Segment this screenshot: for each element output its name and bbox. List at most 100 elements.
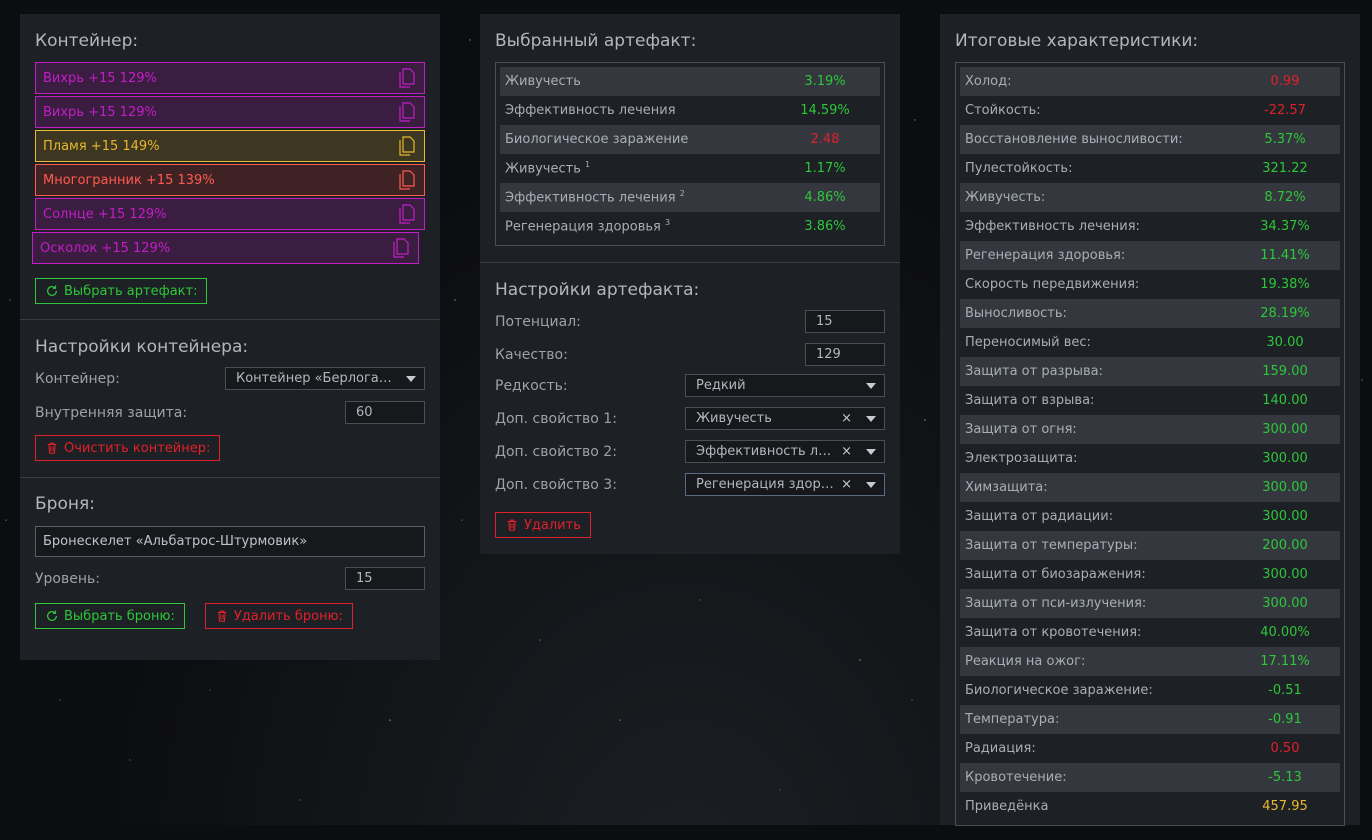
stat-name-text: Переносимый вес: bbox=[965, 335, 1091, 350]
copy-icon[interactable] bbox=[398, 136, 416, 156]
artifact-slot-label: Солнце +15 129% bbox=[43, 206, 167, 222]
stat-name: Защита от температуры: bbox=[965, 538, 1230, 553]
artifact-slot[interactable]: Осколок +15 129% bbox=[32, 232, 419, 264]
artifact-slot[interactable]: Солнце +15 129% bbox=[35, 198, 425, 230]
delete-armor-button[interactable]: Удалить броню: bbox=[204, 603, 353, 629]
copy-icon[interactable] bbox=[398, 102, 416, 122]
stat-name: Холод: bbox=[965, 74, 1230, 89]
stat-row: Защита от пси-излучения: 300.00 bbox=[960, 589, 1340, 618]
selected-artifact-panel: Выбранный артефакт: Живучесть 3.19% Эффект… bbox=[480, 14, 900, 554]
stat-value: 140.00 bbox=[1262, 393, 1308, 408]
stat-value: 159.00 bbox=[1262, 364, 1308, 379]
stat-value: 0.50 bbox=[1270, 741, 1300, 756]
artifact-slot[interactable]: Многогранник +15 139% bbox=[35, 164, 425, 196]
quality-input[interactable]: 129 bbox=[805, 343, 885, 366]
clear-container-label: Очистить контейнер: bbox=[64, 440, 211, 456]
stat-footnote: 3 bbox=[664, 218, 671, 228]
select-armor-button[interactable]: Выбрать броню: bbox=[35, 603, 185, 629]
copy-icon[interactable] bbox=[392, 238, 410, 258]
stat-name-text: Эффективность лечения bbox=[505, 103, 676, 118]
stat-row: Защита от взрыва: 140.00 bbox=[960, 386, 1340, 415]
stat-value: -0.51 bbox=[1268, 683, 1302, 698]
stat-name: Живучесть: bbox=[965, 190, 1230, 205]
clear-container-button[interactable]: Очистить контейнер: bbox=[35, 435, 221, 461]
stat-value: -22.57 bbox=[1264, 103, 1306, 118]
stat-name-text: Защита от температуры: bbox=[965, 538, 1138, 553]
extra3-select[interactable]: Регенерация здоровья × bbox=[685, 473, 885, 496]
stat-value: 300.00 bbox=[1262, 509, 1308, 524]
extra2-select[interactable]: Эффективность лечения × bbox=[685, 440, 885, 463]
stat-value: 4.86% bbox=[804, 190, 846, 205]
stat-value: 8.72% bbox=[1264, 190, 1306, 205]
stat-row: Холод: 0.99 bbox=[960, 67, 1340, 96]
stat-name: Защита от биозаражения: bbox=[965, 567, 1230, 582]
stat-value: 40.00% bbox=[1260, 625, 1310, 640]
inner-protection-label: Внутренняя защита: bbox=[35, 404, 188, 421]
stat-name-text: Стойкость: bbox=[965, 103, 1041, 118]
artifact-slot[interactable]: Пламя +15 149% bbox=[35, 130, 425, 162]
extra1-select[interactable]: Живучесть × bbox=[685, 407, 885, 430]
stat-row: Защита от радиации: 300.00 bbox=[960, 502, 1340, 531]
stat-name-text: Эффективность лечения: bbox=[965, 219, 1140, 234]
copy-icon[interactable] bbox=[398, 170, 416, 190]
copy-icon[interactable] bbox=[398, 204, 416, 224]
stat-footnote: 1 bbox=[585, 160, 591, 170]
level-label: Уровень: bbox=[35, 570, 100, 587]
quality-row: Качество: 129 bbox=[495, 343, 885, 366]
stat-row: Пулестойкость: 321.22 bbox=[960, 154, 1340, 183]
delete-artifact-button[interactable]: Удалить bbox=[495, 512, 591, 538]
rarity-select[interactable]: Редкий bbox=[685, 374, 885, 397]
stat-name: Защита от кровотечения: bbox=[965, 625, 1230, 640]
stat-name: Эффективность лечения bbox=[505, 103, 770, 118]
clear-icon[interactable]: × bbox=[841, 477, 852, 492]
select-artifact-button[interactable]: Выбрать артефакт: bbox=[35, 278, 208, 304]
stat-row: Кровотечение: -5.13 bbox=[960, 763, 1340, 792]
armor-section: Броня: Бронескелет «Альбатрос-Штурмовик»… bbox=[20, 478, 440, 643]
stat-name-text: Живучесть bbox=[505, 161, 581, 177]
stat-row: Стойкость: -22.57 bbox=[960, 96, 1340, 125]
copy-icon[interactable] bbox=[398, 68, 416, 88]
clear-icon[interactable]: × bbox=[841, 444, 852, 459]
artifact-slot-label: Многогранник +15 139% bbox=[43, 172, 215, 188]
armor-title: Броня: bbox=[35, 494, 95, 514]
container-select[interactable]: Контейнер «Берлога-6» bbox=[225, 367, 425, 390]
stat-name-text: Живучесть: bbox=[965, 190, 1046, 205]
potential-label: Потенциал: bbox=[495, 313, 581, 330]
stat-name-text: Приведёнка bbox=[965, 799, 1049, 814]
stat-value: 2.48 bbox=[810, 132, 840, 147]
artifact-slot[interactable]: Вихрь +15 129% bbox=[35, 62, 425, 94]
stat-value: 300.00 bbox=[1262, 451, 1308, 466]
refresh-icon bbox=[47, 610, 57, 621]
stat-value: -5.13 bbox=[1268, 770, 1302, 785]
stat-name-text: Защита от радиации: bbox=[965, 509, 1114, 524]
stat-name: Температура: bbox=[965, 712, 1230, 727]
extra3-row: Доп. свойство 3: Регенерация здоровья × bbox=[495, 473, 885, 496]
container-row: Контейнер: Контейнер «Берлога-6» bbox=[35, 367, 425, 390]
stat-name-text: Кровотечение: bbox=[965, 770, 1067, 785]
stat-name: Защита от огня: bbox=[965, 422, 1230, 437]
artifact-slot[interactable]: Вихрь +15 129% bbox=[35, 96, 425, 128]
quality-label: Качество: bbox=[495, 346, 568, 363]
chevron-down-icon bbox=[866, 416, 876, 422]
level-input[interactable]: 15 bbox=[345, 567, 425, 590]
stat-name-text: Защита от взрыва: bbox=[965, 393, 1095, 408]
stat-name-text: Эффективность лечения bbox=[505, 190, 676, 206]
potential-input[interactable]: 15 bbox=[805, 310, 885, 333]
stat-name-text: Выносливость: bbox=[965, 306, 1067, 321]
armor-input[interactable]: Бронескелет «Альбатрос-Штурмовик» bbox=[35, 526, 425, 557]
stat-row: Переносимый вес: 30.00 bbox=[960, 328, 1340, 357]
total-stats-table: Холод: 0.99 Стойкость: -22.57 Восстановление… bbox=[955, 62, 1345, 826]
select-artifact-label: Выбрать артефакт: bbox=[64, 283, 198, 299]
stat-name: Электрозащита: bbox=[965, 451, 1230, 466]
stat-name-text: Регенерация здоровья bbox=[505, 219, 661, 235]
potential-row: Потенциал: 15 bbox=[495, 310, 885, 333]
select-armor-label: Выбрать броню: bbox=[64, 608, 175, 624]
stat-row: Живучесть 3.19% bbox=[500, 67, 880, 96]
inner-protection-input[interactable]: 60 bbox=[345, 401, 425, 424]
stat-name-text: Температура: bbox=[965, 712, 1060, 727]
extra1-label: Доп. свойство 1: bbox=[495, 410, 617, 427]
stat-name-text: Восстановление выносливости: bbox=[965, 132, 1183, 147]
clear-icon[interactable]: × bbox=[841, 411, 852, 426]
stat-name: Приведёнка bbox=[965, 799, 1230, 814]
selected-artifact-section: Выбранный артефакт: Живучесть 3.19% Эффект… bbox=[480, 14, 900, 263]
